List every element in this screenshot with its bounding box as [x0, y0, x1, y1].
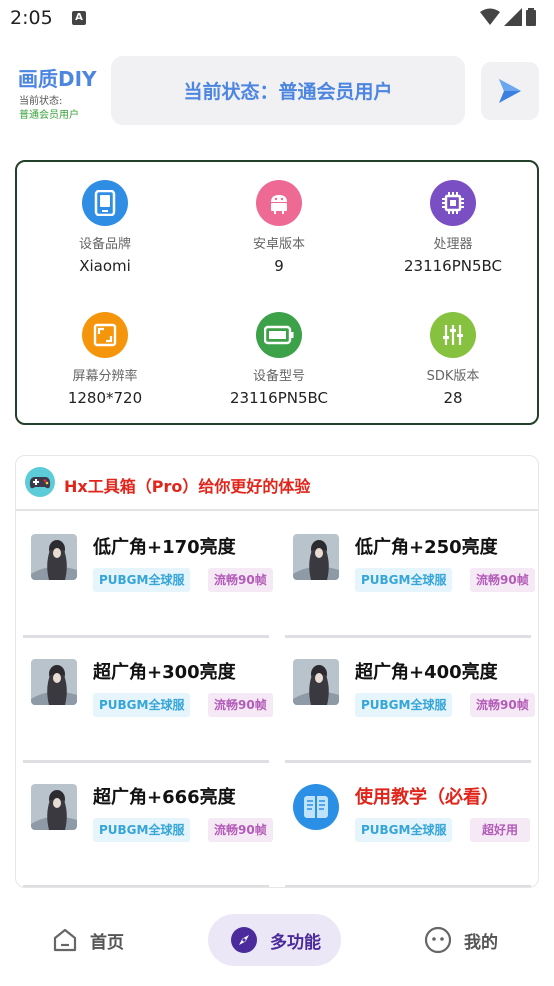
tool-item[interactable]: 超广角+400亮度 PUBGM全球服 流畅90帧 — [285, 638, 538, 763]
nav-multi-label: 多功能 — [270, 932, 321, 953]
tool-item[interactable]: 超广角+666亮度 PUBGM全球服 流畅90帧 — [23, 763, 277, 887]
avatar — [293, 659, 339, 705]
avatar — [31, 659, 77, 705]
avatar — [31, 534, 77, 580]
tool-item[interactable]: 低广角+170亮度 PUBGM全球服 流畅90帧 — [23, 513, 277, 638]
tablet-icon — [82, 180, 128, 226]
info-value: 9 — [274, 257, 284, 275]
signal-icon — [504, 8, 522, 26]
avatar — [293, 534, 339, 580]
info-value: 23116PN5BC — [229, 389, 329, 407]
status-time: 2:05 — [10, 7, 53, 29]
tool-name: 低广角+250亮度 — [355, 537, 498, 558]
tool-name: 超广角+400亮度 — [355, 662, 498, 683]
wifi-icon — [480, 8, 500, 25]
tag-server: PUBGM全球服 — [355, 818, 453, 842]
nav-home-label: 首页 — [90, 932, 124, 953]
info-label: 处理器 — [433, 237, 473, 252]
status-icons — [480, 8, 536, 26]
nav-mine[interactable]: 我的 — [424, 914, 498, 966]
home-icon — [53, 928, 77, 952]
sdk-version-cell: SDK版本 28 — [366, 312, 540, 407]
tag-fps: 流畅90帧 — [470, 568, 535, 592]
gamepad-icon — [24, 466, 56, 502]
status-label: 当前状态: — [19, 96, 63, 107]
compass-icon — [231, 927, 257, 953]
tool-item[interactable]: 超广角+300亮度 PUBGM全球服 流畅90帧 — [23, 638, 277, 763]
tag-fps: 流畅90帧 — [208, 693, 273, 717]
android-version-cell: 安卓版本 9 — [192, 180, 366, 275]
bottom-nav: 首页 多功能 我的 — [0, 896, 554, 986]
play-icon — [499, 79, 521, 103]
device-info-card: 设备品牌 Xiaomi 安卓版本 9 处理器 23116PN5BC 屏幕分辨率 … — [15, 160, 539, 425]
nav-home[interactable]: 首页 — [52, 914, 124, 966]
battery-status-icon — [526, 8, 536, 26]
play-button[interactable] — [481, 62, 539, 120]
android-icon — [256, 180, 302, 226]
nav-mine-label: 我的 — [464, 932, 498, 953]
tag-fps: 流畅90帧 — [208, 818, 273, 842]
tag-server: PUBGM全球服 — [93, 568, 191, 592]
tools-title: Hx工具箱（Pro）给你更好的体验 — [64, 477, 311, 496]
nav-multi[interactable]: 多功能 — [208, 914, 341, 966]
tool-name: 使用教学（必看） — [355, 787, 499, 808]
info-value: 23116PN5BC — [403, 257, 503, 275]
tool-name: 超广角+300亮度 — [93, 662, 236, 683]
info-label: 设备型号 — [252, 369, 305, 384]
tag-fps: 流畅90帧 — [208, 568, 273, 592]
device-model-cell: 设备型号 23116PN5BC — [192, 312, 366, 407]
tool-item[interactable]: 低广角+250亮度 PUBGM全球服 流畅90帧 — [285, 513, 538, 638]
tag-feature: 超好用 — [470, 818, 531, 842]
notification-icon: A — [72, 11, 86, 25]
info-value: 28 — [443, 389, 463, 407]
info-value: 1280*720 — [67, 389, 143, 407]
resolution-cell: 屏幕分辨率 1280*720 — [18, 312, 192, 407]
device-brand-cell: 设备品牌 Xiaomi — [18, 180, 192, 275]
tag-server: PUBGM全球服 — [93, 818, 191, 842]
status-bar: 2:05 A — [0, 0, 554, 38]
battery-icon — [256, 312, 302, 358]
tag-server: PUBGM全球服 — [355, 693, 453, 717]
divider — [285, 885, 531, 887]
status-pill-text: 当前状态：普通会员用户 — [183, 81, 393, 103]
cpu-icon — [430, 180, 476, 226]
header: 画质DIY 当前状态: 普通会员用户 当前状态：普通会员用户 — [0, 50, 554, 130]
face-icon — [424, 926, 452, 954]
tool-name: 超广角+666亮度 — [93, 787, 236, 808]
sliders-icon — [430, 312, 476, 358]
tag-server: PUBGM全球服 — [355, 568, 453, 592]
info-label: 设备品牌 — [78, 237, 131, 252]
tag-fps: 流畅90帧 — [470, 693, 535, 717]
status-value: 普通会员用户 — [19, 110, 79, 121]
resolution-icon — [82, 312, 128, 358]
processor-cell: 处理器 23116PN5BC — [366, 180, 540, 275]
info-label: SDK版本 — [426, 369, 480, 384]
tool-item-tutorial[interactable]: 使用教学（必看） PUBGM全球服 超好用 — [285, 763, 538, 887]
info-value: Xiaomi — [79, 257, 131, 275]
avatar — [31, 784, 77, 830]
info-label: 安卓版本 — [252, 237, 305, 252]
info-label: 屏幕分辨率 — [72, 369, 138, 384]
tag-server: PUBGM全球服 — [93, 693, 191, 717]
divider — [23, 885, 269, 887]
tool-name: 低广角+170亮度 — [93, 537, 236, 558]
app-title: 画质DIY — [18, 67, 97, 91]
status-pill[interactable]: 当前状态：普通会员用户 — [111, 56, 465, 125]
tools-header: Hx工具箱（Pro）给你更好的体验 — [16, 456, 538, 511]
book-icon — [293, 784, 339, 830]
tools-card: Hx工具箱（Pro）给你更好的体验 低广角+170亮度 PUBGM全球服 流畅9… — [15, 455, 539, 888]
